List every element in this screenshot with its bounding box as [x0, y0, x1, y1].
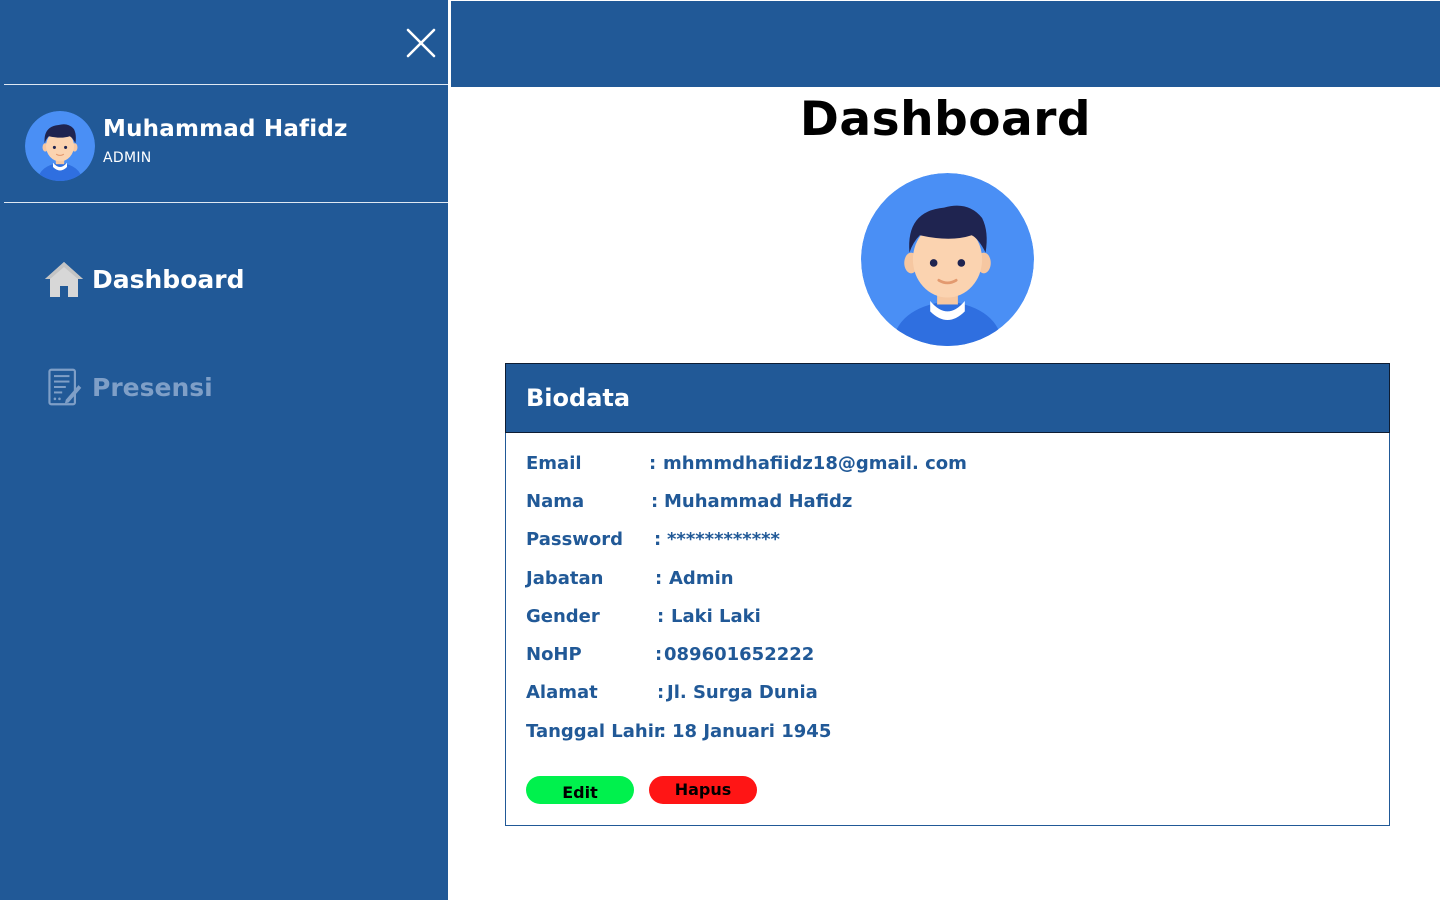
user-avatar-icon: [861, 173, 1034, 346]
avatar: [25, 111, 95, 181]
biodata-separator: :: [655, 644, 663, 665]
biodata-separator: :: [649, 453, 657, 474]
biodata-value: ************: [667, 529, 780, 550]
biodata-label: Jabatan: [526, 568, 604, 589]
sidebar-item-dashboard[interactable]: Dashboard: [44, 259, 244, 299]
sidebar-header: [0, 0, 448, 85]
profile-role: ADMIN: [103, 150, 152, 166]
sidebar-item-presensi[interactable]: Presensi: [44, 367, 213, 407]
biodata-separator: :: [657, 682, 665, 703]
biodata-separator: :: [654, 529, 662, 550]
delete-button[interactable]: Hapus: [649, 776, 757, 804]
document-edit-icon: [48, 368, 82, 406]
sidebar-divider: [4, 202, 448, 203]
close-icon[interactable]: [404, 26, 438, 60]
biodata-label: Email: [526, 453, 582, 474]
biodata-value: 089601652222: [664, 644, 815, 665]
top-bar: [451, 1, 1440, 87]
biodata-label: Gender: [526, 606, 600, 627]
sidebar-item-label: Presensi: [92, 372, 213, 402]
profile-name: Muhammad Hafidz: [103, 116, 348, 142]
home-icon: [45, 262, 83, 297]
biodata-value: Admin: [669, 568, 734, 589]
biodata-label: Alamat: [526, 682, 598, 703]
biodata-label: Nama: [526, 491, 585, 512]
biodata-separator: :: [657, 606, 665, 627]
avatar: [861, 173, 1034, 346]
biodata-value: Laki Laki: [671, 606, 761, 627]
biodata-separator: :: [655, 568, 663, 589]
edit-button[interactable]: Edit: [526, 776, 634, 804]
biodata-separator: :: [659, 721, 667, 742]
sidebar: Muhammad Hafidz ADMIN Dashboard Presensi: [0, 0, 448, 900]
sidebar-item-label: Dashboard: [92, 264, 245, 294]
biodata-label: Tanggal Lahir: [526, 721, 663, 742]
user-avatar-icon: [25, 111, 95, 181]
biodata-header: Biodata: [505, 363, 1390, 433]
biodata-value: Jl. Surga Dunia: [667, 682, 818, 703]
page-title: Dashboard: [799, 92, 1092, 147]
biodata-card: Biodata Email : mhmmdhafiidz18@gmail. co…: [505, 363, 1390, 826]
biodata-value: mhmmdhafiidz18@gmail. com: [663, 453, 967, 474]
biodata-label: NoHP: [526, 644, 582, 665]
sidebar-divider: [4, 84, 448, 85]
biodata-separator: :: [651, 491, 659, 512]
biodata-value: 18 Januari 1945: [672, 721, 832, 742]
biodata-title: Biodata: [526, 384, 631, 412]
biodata-label: Password: [526, 529, 624, 550]
close-sidebar-button[interactable]: [404, 26, 438, 60]
biodata-value: Muhammad Hafidz: [664, 491, 853, 512]
